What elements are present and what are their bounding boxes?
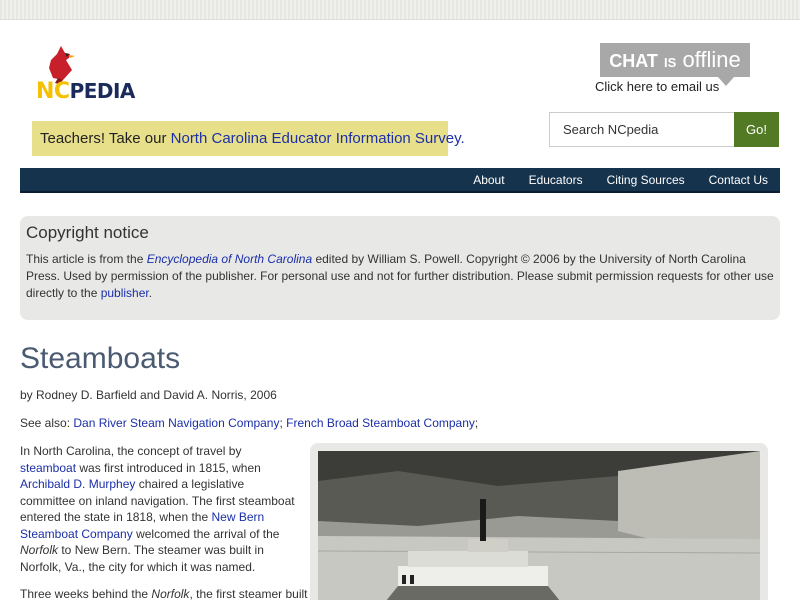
byline: by Rodney D. Barfield and David A. Norri… — [20, 388, 277, 402]
p1-text-a: In North Carolina, the concept of travel… — [20, 444, 242, 458]
steamboat-photo[interactable] — [318, 451, 760, 600]
chat-offline-word: offline — [682, 47, 741, 72]
nav-about[interactable]: About — [461, 168, 516, 193]
logo-text: NCPEDIA — [36, 79, 135, 104]
see-also-link-dan-river[interactable]: Dan River Steam Navigation Company — [73, 416, 279, 430]
ncpedia-logo[interactable]: NCPEDIA — [33, 44, 145, 106]
top-strip — [0, 0, 800, 20]
survey-link[interactable]: North Carolina Educator Information Surv… — [171, 130, 465, 147]
article-figure — [310, 443, 768, 600]
survey-prefix: Teachers! Take our — [40, 130, 171, 147]
search-go-button[interactable]: Go! — [734, 112, 779, 147]
nav-educators[interactable]: Educators — [517, 168, 595, 193]
article-paragraph-2: Three weeks behind the Norfolk, the firs… — [20, 586, 307, 600]
see-also-link-french-broad[interactable]: French Broad Steamboat Company — [286, 416, 475, 430]
see-also-label: See also: — [20, 416, 74, 430]
see-also-sep-end: ; — [474, 416, 479, 430]
nav-contact-us[interactable]: Contact Us — [697, 168, 780, 193]
chat-word: CHAT — [609, 51, 658, 71]
p1-text-b: was first introduced in 1815, when — [76, 460, 261, 475]
copyright-t1: This article is from the — [26, 252, 147, 266]
copyright-text: This article is from the Encyclopedia of… — [26, 251, 774, 302]
logo-pedia: PEDIA — [69, 79, 136, 103]
page-title: Steamboats — [20, 342, 181, 375]
copyright-t3: . — [148, 286, 153, 300]
search-input[interactable] — [549, 112, 735, 147]
encyclopedia-link[interactable]: Encyclopedia of North Carolina — [147, 252, 312, 266]
chat-is: IS — [664, 55, 677, 70]
nav-citing-sources[interactable]: Citing Sources — [595, 168, 697, 193]
steamboat-photo-drawing — [318, 451, 760, 600]
see-also: See also: Dan River Steam Navigation Com… — [20, 416, 478, 430]
survey-banner: Teachers! Take our North Carolina Educat… — [32, 121, 465, 156]
p2-text-c: , the first steamer built — [189, 587, 308, 600]
p1-norfolk: Norfolk — [20, 543, 59, 557]
p2-norfolk: Norfolk — [151, 587, 190, 600]
steamboat-link[interactable]: steamboat — [20, 461, 76, 475]
email-link[interactable]: Click here to email us — [595, 79, 719, 94]
p1-text-d: welcomed the arrival of the — [132, 526, 280, 541]
logo-nc: NC — [36, 79, 70, 104]
chat-offline-badge[interactable]: CHAT IS offline — [600, 43, 750, 77]
publisher-link[interactable]: publisher — [101, 286, 149, 300]
main-nav: About Educators Citing Sources Contact U… — [20, 168, 780, 193]
p2-text-a: Three weeks behind the — [20, 587, 152, 600]
murphey-link[interactable]: Archibald D. Murphey — [20, 477, 135, 491]
copyright-notice: Copyright notice This article is from th… — [20, 216, 780, 320]
article-paragraph-1: In North Carolina, the concept of travel… — [20, 443, 300, 575]
cardinal-icon — [49, 46, 75, 84]
copyright-title: Copyright notice — [26, 223, 149, 242]
chat-bubble-tail — [718, 77, 734, 86]
